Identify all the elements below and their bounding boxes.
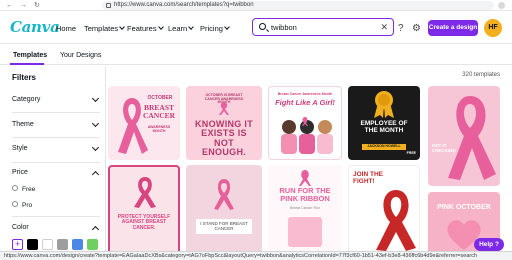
chevron-down-icon	[188, 24, 195, 30]
medal-icon	[374, 91, 394, 118]
avatar[interactable]: HF	[484, 19, 502, 37]
card-subtitle: Breast Cancer Run	[290, 206, 320, 210]
top-navigation: Canva Home Templates Features Learn Pric…	[0, 12, 512, 44]
card-title: EMPLOYEE OF THE MONTH	[360, 120, 408, 134]
lock-icon	[106, 3, 111, 8]
template-card[interactable]: RUN FOR THE PINK RIBBON Breast Cancer Ru…	[268, 165, 342, 255]
template-card[interactable]: Breast Cancer Awareness Month Fight Like…	[268, 86, 342, 160]
card-label: OCTOBER	[147, 95, 173, 101]
pink-ribbon-icon	[219, 102, 229, 115]
tab-templates[interactable]: Templates	[13, 52, 47, 59]
filters-heading: Filters	[12, 73, 37, 82]
pink-ribbon-icon	[134, 177, 156, 208]
illustration-women-icon	[281, 117, 333, 154]
radio-button[interactable]	[12, 185, 18, 192]
canva-logo[interactable]: Canva	[10, 18, 60, 36]
nav-templates[interactable]: Templates	[84, 24, 126, 33]
free-badge: FREE	[406, 151, 416, 155]
card-title: I STAND FOR BREAST CANCER	[196, 219, 252, 235]
nav-pricing[interactable]: Pricing	[200, 24, 230, 33]
filter-style[interactable]: Style	[12, 142, 100, 156]
price-option-pro[interactable]: Pro	[12, 201, 32, 210]
card-title: GET IT CHECKED!	[432, 143, 456, 153]
card-title: JOIN THE FIGHT!	[353, 171, 383, 185]
help-button[interactable]: Help ?	[474, 238, 504, 251]
browser-toolbar: ← → ↻ https://www.canva.com/search/templ…	[0, 0, 512, 11]
content-tabs: Templates Your Designs	[0, 45, 512, 65]
create-design-button[interactable]: Create a design	[428, 20, 478, 36]
card-title: PINK OCTOBER	[437, 204, 491, 211]
filters-panel: Filters Category Theme Style Price Free …	[0, 66, 106, 260]
divider	[12, 112, 100, 113]
divider	[12, 216, 100, 217]
forward-icon[interactable]: →	[20, 2, 27, 9]
address-bar[interactable]: https://www.canva.com/search/templates?q…	[102, 1, 494, 10]
filter-category[interactable]: Category	[12, 93, 100, 107]
gear-icon[interactable]: ⚙	[412, 24, 421, 34]
clear-icon[interactable]: ✕	[380, 21, 388, 33]
help-circle-icon[interactable]: ?	[398, 24, 404, 34]
template-card[interactable]: PROTECT YOURSELF AGAINST BREAST CANCER.	[108, 165, 180, 255]
results-count: 320 templates	[462, 72, 500, 78]
search-input[interactable]	[271, 22, 371, 32]
pink-ribbon-icon	[448, 96, 496, 180]
color-swatch-green[interactable]	[87, 239, 98, 250]
photo-placeholder	[288, 217, 322, 247]
template-card[interactable]: JOIN THE FIGHT!	[348, 165, 420, 255]
address-url: https://www.canva.com/search/templates?q…	[114, 2, 254, 8]
pink-ribbon-icon	[299, 170, 311, 186]
pink-ribbon-icon	[214, 179, 234, 210]
chevron-down-icon	[91, 94, 100, 103]
color-swatch-blue[interactable]	[72, 239, 83, 250]
template-card[interactable]: I STAND FOR BREAST CANCER	[186, 165, 262, 255]
card-subtitle: JACKSON HOWELL	[362, 144, 406, 150]
back-icon[interactable]: ←	[6, 2, 13, 9]
chevron-down-icon	[91, 119, 100, 128]
add-color-icon[interactable]: +	[12, 239, 23, 250]
chevron-down-icon	[119, 24, 126, 30]
nav-learn[interactable]: Learn	[168, 24, 195, 33]
nav-features[interactable]: Features	[127, 24, 164, 33]
chevron-down-icon	[157, 24, 164, 30]
chevron-up-icon	[91, 170, 100, 179]
red-ribbon-icon	[376, 190, 416, 251]
template-card[interactable]: OCTOBER BREAST CANCER AWARENESS MONTH	[108, 86, 180, 160]
card-title: PROTECT YOURSELF AGAINST BREAST CANCER.	[117, 214, 171, 231]
filter-price[interactable]: Price	[12, 166, 100, 180]
active-tab-indicator	[10, 63, 44, 65]
chevron-up-icon	[91, 225, 100, 234]
template-card[interactable]: GET IT CHECKED!	[428, 86, 500, 186]
price-option-free[interactable]: Free	[12, 185, 35, 194]
card-caption: AWARENESS MONTH	[147, 125, 171, 133]
card-caption: Breast Cancer Awareness Month	[277, 92, 333, 96]
radio-button[interactable]	[12, 201, 18, 208]
reload-icon[interactable]: ↻	[34, 2, 40, 9]
search-icon	[259, 23, 266, 30]
chevron-down-icon	[91, 143, 100, 152]
filter-color[interactable]: Color	[12, 221, 100, 235]
filter-theme[interactable]: Theme	[12, 118, 100, 132]
divider	[12, 137, 100, 138]
extension-icon[interactable]	[498, 2, 505, 9]
nav-home[interactable]: Home	[56, 24, 76, 33]
card-title: BREAST CANCER	[142, 103, 176, 120]
search-bar[interactable]: ✕	[252, 18, 394, 36]
color-swatch-black[interactable]	[27, 239, 38, 250]
color-swatch-gray[interactable]	[57, 239, 68, 250]
card-title: Fight Like A Girl!	[275, 98, 335, 107]
browser-status-url: https://www.canva.com/design/create?temp…	[0, 251, 512, 260]
card-title: KNOWING IT EXISTS IS NOT ENOUGH.	[195, 119, 253, 158]
color-swatch-white[interactable]	[42, 239, 53, 250]
divider	[12, 162, 100, 163]
tab-your-designs[interactable]: Your Designs	[60, 52, 101, 59]
template-card[interactable]: OCTOBER IS BREAST CANCER AWARENESS MONTH…	[186, 86, 262, 160]
template-card[interactable]: EMPLOYEE OF THE MONTH JACKSON HOWELL FRE…	[348, 86, 420, 160]
chevron-down-icon	[224, 24, 230, 30]
card-title: RUN FOR THE PINK RIBBON	[279, 186, 331, 203]
